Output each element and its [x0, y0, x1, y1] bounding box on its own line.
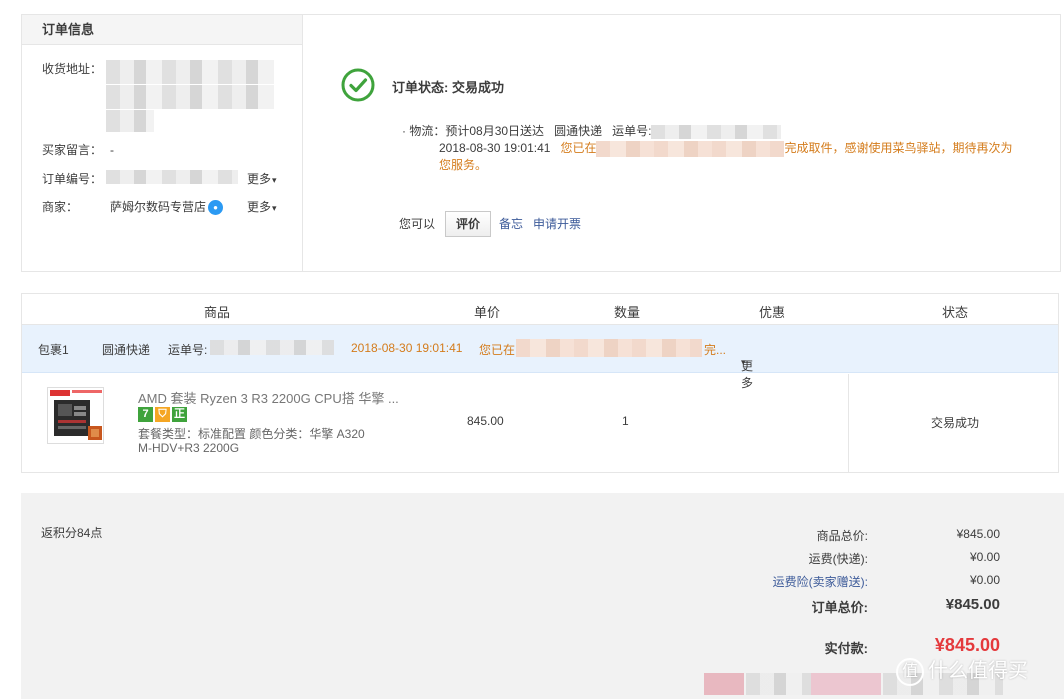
table-header: 商品 单价 数量 优惠 状态: [22, 294, 1058, 325]
genuine-badge-icon[interactable]: 正: [172, 407, 187, 422]
message-label: 买家留言：: [42, 143, 103, 157]
address-row: 收货地址：: [42, 60, 110, 77]
shipping-label: 运费(快递):: [808, 552, 868, 566]
package-tracking-redacted: [210, 340, 334, 355]
address-redacted: [106, 85, 274, 109]
package-msg-end: 完...: [704, 343, 727, 357]
memo-link[interactable]: 备忘: [499, 217, 523, 231]
tracking-number-redacted: [651, 124, 782, 139]
invoice-link[interactable]: 申请开票: [533, 217, 581, 231]
column-header-quantity: 数量: [614, 305, 641, 320]
shipping-value: ¥0.00: [969, 550, 1000, 564]
order-status-column: 订单状态: 交易成功 · 物流：预计08月30日送达 圆通快递 运单号: 201…: [304, 15, 1060, 271]
shipping-insurance-link[interactable]: 运费险(卖家赠送):: [648, 573, 868, 590]
package-location-redacted: [516, 339, 702, 357]
pickup-location-redacted: [596, 140, 785, 157]
message-value: -: [110, 143, 114, 157]
message-row: 买家留言： -: [42, 141, 114, 158]
site-watermark: 值什么值得买: [896, 654, 1028, 686]
goods-total-label: 商品总价:: [816, 529, 868, 543]
paid-amount-label: 实付款:: [824, 641, 868, 656]
package-msg-start: 您已在: [479, 343, 516, 357]
quantity: 1: [622, 414, 629, 428]
success-check-icon: [341, 68, 375, 102]
package-name: 包裹1: [38, 343, 69, 357]
address-label: 收货地址：: [42, 62, 103, 76]
redacted-block: [704, 673, 744, 695]
goods-total-value: ¥845.00: [956, 527, 1000, 541]
review-button[interactable]: 评价: [445, 211, 492, 237]
pickup-msg-start: 您已在: [560, 141, 597, 155]
carrier-name: 圆通快递: [554, 124, 603, 138]
order-info-panel: 订单信息 收货地址： 买家留言：- 订单编号： 更多 商家：萨姆尔数码专营店● …: [21, 14, 1061, 272]
logistics-timestamp: 2018-08-30 19:01:41: [439, 141, 551, 155]
product-spec: 套餐类型：标准配置 颜色分类：华擎 A320 M-HDV+R3 2200G: [138, 427, 398, 455]
merchant-name[interactable]: 萨姆尔数码专营店: [110, 200, 206, 214]
order-number-label: 订单编号：: [42, 172, 103, 186]
package-timestamp: 2018-08-30 19:01:41: [351, 341, 463, 355]
column-header-discount: 优惠: [759, 305, 786, 320]
product-spec-line1: 套餐类型：标准配置 颜色分类：华擎 A320: [138, 427, 365, 441]
pickup-msg-end2: 您服务。: [439, 158, 488, 172]
shipping-insurance-value: ¥0.00: [969, 573, 1000, 587]
seven-day-return-icon[interactable]: 7: [138, 407, 153, 422]
address-redacted: [106, 60, 274, 84]
pickup-msg-end: 完成取件，感谢使用菜鸟驿站，期待再次为: [784, 141, 1013, 155]
package-tracking-label: 运单号:: [168, 343, 208, 357]
product-thumbnail[interactable]: [47, 387, 104, 444]
product-title-link[interactable]: AMD 套装 Ryzen 3 R3 2200G CPU搭 华擎 ...: [138, 388, 399, 407]
package-row: 包裹1 圆通快递 运单号: 2018-08-30 19:01:41 您已在 完.…: [22, 325, 1058, 390]
order-number-more-button[interactable]: 更多: [247, 170, 277, 187]
order-actions: 您可以 评价 备忘 申请开票: [399, 211, 591, 237]
logistics-info: · 物流：预计08月30日送达 圆通快递 运单号: 2018-08-30 19:…: [402, 123, 1012, 174]
package-carrier: 圆通快递: [102, 343, 151, 357]
column-header-status: 状态: [942, 305, 969, 320]
reward-points: 返积分84点: [41, 526, 103, 540]
unit-price: 845.00: [467, 414, 504, 428]
order-details-column: 订单信息 收货地址： 买家留言：- 订单编号： 更多 商家：萨姆尔数码专营店● …: [22, 15, 303, 271]
order-items-table: 商品 单价 数量 优惠 状态 包裹1 圆通快递 运单号: 2018-08-30 …: [21, 293, 1059, 473]
address-redacted: [106, 110, 154, 132]
shield-icon[interactable]: ⛉: [155, 407, 170, 422]
table-row: AMD 套装 Ryzen 3 R3 2200G CPU搭 华擎 ... 7 ⛉ 正 …: [22, 374, 1058, 472]
service-badges: 7 ⛉ 正: [138, 406, 189, 422]
wangwang-chat-icon[interactable]: ●: [208, 200, 224, 216]
logistics-prefix: · 物流：: [402, 124, 446, 138]
item-status-cell: 交易成功: [848, 374, 1060, 472]
order-number-redacted: [106, 170, 238, 184]
merchant-row: 商家： 萨姆尔数码专营店 ●: [42, 198, 224, 216]
order-total-label: 订单总价:: [811, 600, 868, 615]
watermark-logo-icon: 值: [896, 657, 924, 686]
order-number-row: 订单编号：: [42, 170, 110, 187]
you-can-label: 您可以: [399, 217, 436, 231]
eta-text: 预计08月30日送达: [445, 124, 545, 138]
watermark-text: 什么值得买: [928, 660, 1028, 682]
redacted-block: [811, 673, 881, 695]
order-total-value: ¥845.00: [945, 596, 1000, 613]
order-info-header: 订单信息: [22, 15, 302, 45]
tracking-label: 运单号:: [612, 124, 652, 138]
column-header-product: 商品: [204, 305, 231, 320]
product-spec-line2: M-HDV+R3 2200G: [138, 441, 240, 455]
chevron-down-icon: ▾: [741, 357, 746, 367]
product-image-icon: [48, 388, 103, 443]
column-header-price: 单价: [474, 305, 501, 320]
merchant-more-button[interactable]: 更多: [247, 198, 277, 215]
merchant-label: 商家：: [42, 200, 79, 214]
order-status-title: 订单状态: 交易成功: [392, 80, 504, 95]
paid-amount-value: ¥845.00: [934, 635, 1000, 655]
item-status: 交易成功: [931, 416, 980, 430]
